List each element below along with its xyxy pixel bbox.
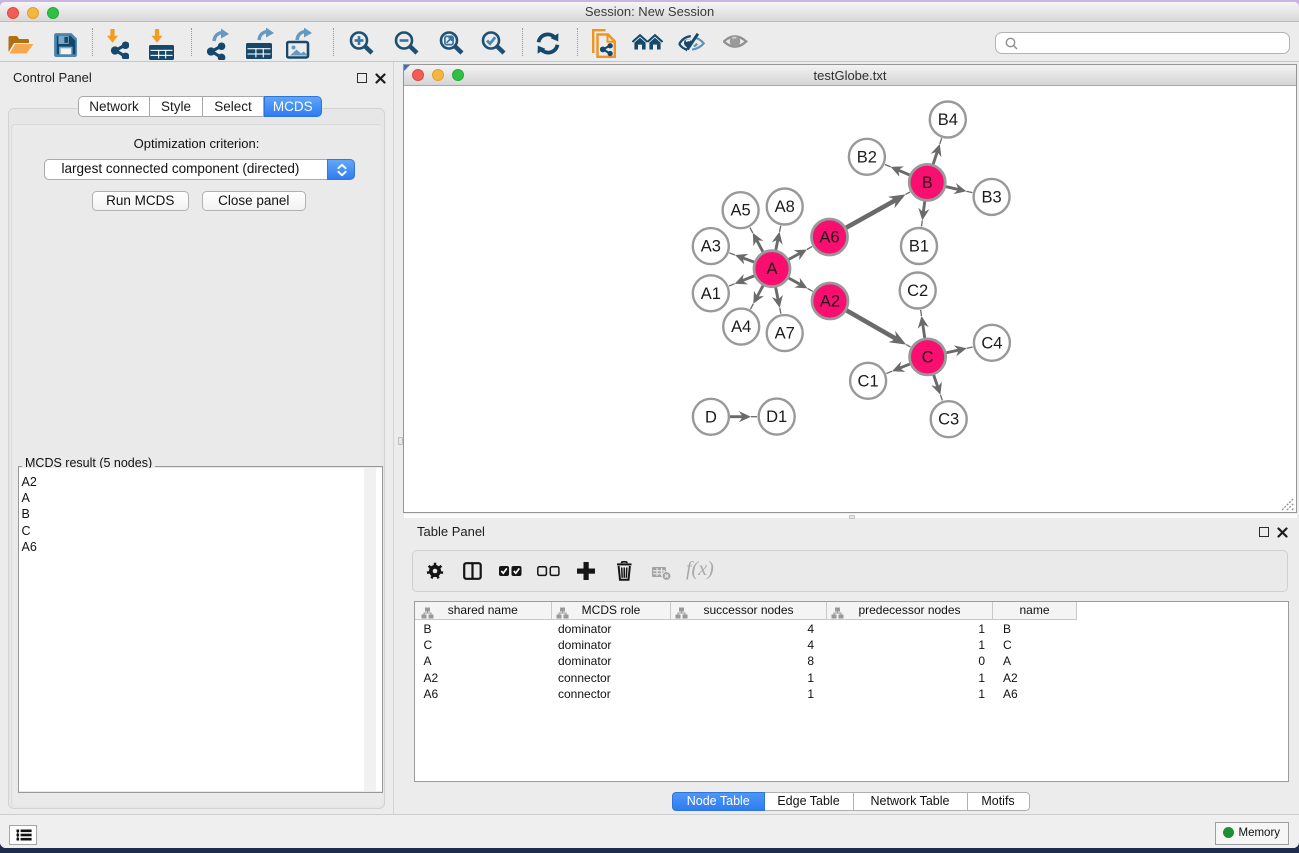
svg-text:A5: A5 [731, 202, 751, 220]
svg-text:A6: A6 [819, 229, 839, 247]
svg-text:C4: C4 [981, 334, 1002, 352]
svg-text:A1: A1 [701, 285, 721, 303]
svg-text:B3: B3 [982, 188, 1002, 206]
svg-text:C: C [922, 348, 934, 366]
svg-text:B: B [922, 174, 933, 192]
svg-text:A2: A2 [820, 293, 840, 311]
svg-text:B2: B2 [857, 148, 877, 166]
svg-text:C2: C2 [907, 282, 928, 300]
svg-text:A3: A3 [701, 238, 721, 256]
svg-text:A4: A4 [731, 318, 751, 336]
svg-text:C3: C3 [938, 411, 959, 429]
svg-text:B1: B1 [909, 238, 929, 256]
svg-text:C1: C1 [858, 372, 879, 390]
svg-text:D: D [705, 408, 717, 426]
svg-text:B4: B4 [938, 111, 958, 129]
svg-text:D1: D1 [766, 408, 787, 426]
svg-text:A8: A8 [775, 198, 795, 216]
svg-text:A: A [766, 260, 777, 278]
svg-text:A7: A7 [775, 325, 795, 343]
